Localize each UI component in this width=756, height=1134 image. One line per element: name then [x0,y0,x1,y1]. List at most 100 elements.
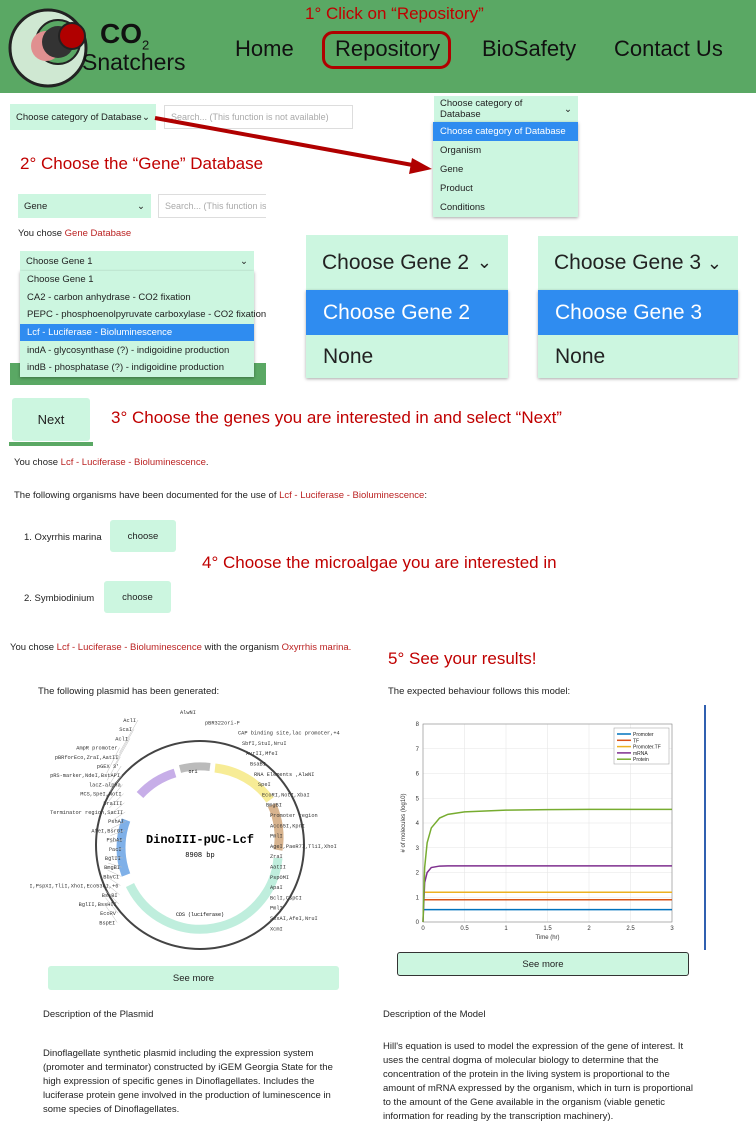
restriction-site-label: ZraI [270,854,283,860]
gene-option[interactable]: Choose Gene 1 [20,271,254,289]
plasmid-map: DinoIII-pUC-Lcf 8908 bp ori CDS (lucifer… [30,710,340,950]
model-chart: 0 0.5 1 1.5 2 2.5 3012345678Time (hr)# of mole… [381,705,706,950]
restriction-site-label: SbfI,StuI,NruI [242,741,287,747]
gene2-option-none[interactable]: None [306,335,508,378]
organism-item: 1. Oxyrrhis marina [24,532,102,543]
restriction-site-label: AclI [115,736,128,742]
annotation-step1: 1° Click on “Repository” [305,4,484,23]
plasmid-name: DinoIII-pUC-Lcf [146,833,254,847]
option-gene[interactable]: Gene [433,160,578,179]
search-input[interactable]: Search... (This function is n [158,194,266,218]
restriction-site-label: SpeI [258,782,271,788]
restriction-site-label: SexAI,AfeI,NruI [270,916,318,922]
annotation-step3: 3° Choose the genes you are interested i… [111,408,562,427]
next-button[interactable]: Next [12,398,90,441]
feature-cds [125,857,283,934]
option-choose-category[interactable]: Choose category of Database [433,122,578,141]
select-value: Choose Gene 1 [26,255,93,267]
restriction-site-label: pRS-marker,NdeI,BstAPI [50,773,120,779]
model-description-title: Description of the Model [383,1009,486,1020]
restriction-site-label: BsaBI [250,762,266,768]
restriction-site-label: EcoRI,NotI,XbaI [262,792,310,798]
restriction-site-label: PacI [109,847,122,853]
select-value: Choose Gene 2 [322,250,470,274]
restriction-site-label: PmlI [270,906,283,912]
model-intro: The expected behaviour follows this mode… [388,686,571,697]
feature-label: ori [188,769,197,775]
gene2-select[interactable]: Choose Gene 2 ⌄ [306,235,508,290]
database-options: Choose category of Database Organism Gen… [433,122,578,217]
select-value: Choose Gene 3 [554,251,702,274]
gene-option[interactable]: PEPC - phosphoenolpyruvate carboxylase -… [20,306,266,324]
chosen-database-text: You chose Gene Database [18,228,132,239]
chevron-down-icon: ⌄ [564,103,572,115]
plasmid-see-more-button[interactable]: See more [48,966,339,990]
select-value: Choose category of Database [440,98,523,120]
model-see-more-button[interactable]: See more [397,952,689,976]
gene1-options: Choose Gene 1 CA2 - carbon anhydrase - C… [20,271,266,377]
scrollbar[interactable] [704,705,706,950]
annotation-step5: 5° See your results! [388,649,537,668]
gene3-select[interactable]: Choose Gene 3 ⌄ [538,236,738,290]
gene3-option-none[interactable]: None [538,335,738,378]
restriction-site-label: Acc65I,KpnI [270,823,305,829]
option-conditions[interactable]: Conditions [433,198,578,217]
nav-repository[interactable]: Repository [335,36,440,62]
gene2-option[interactable]: Choose Gene 2 [306,290,508,335]
option-product[interactable]: Product [433,179,578,198]
nav-home[interactable]: Home [235,36,294,62]
restriction-site-label: Promoter region [270,813,318,819]
legend-label: TF [633,738,639,744]
x-tick-label: 0.5 [460,926,469,932]
restriction-site-label: AmpR promoter [76,746,117,752]
gene-database-select[interactable]: Gene ⌄ [18,194,151,218]
restriction-site-label: PshAI [108,819,124,825]
gene3-dropdown: Choose Gene 3 ⌄ Choose Gene 3 None [538,236,738,378]
restriction-site-label: BstBI [102,893,118,899]
restriction-site-label: EcoRV [100,911,117,917]
restriction-site-label: ScaI [119,727,132,733]
chevron-down-icon: ⌄ [240,255,248,267]
legend-label: Promoter.TF [633,745,661,751]
nav-biosafety[interactable]: BioSafety [482,36,576,62]
nav-contact-us[interactable]: Contact Us [614,36,723,62]
model-description: Hill's equation is used to model the exp… [383,1041,693,1122]
logo-snatchers: Snatchers [82,49,186,75]
choose-organism-button[interactable]: choose [110,520,176,552]
annotation-step2: 2° Choose the “Gene” Database [20,154,264,173]
plasmid-description: Dinoflagellate synthetic plasmid includi… [43,1048,333,1115]
restriction-site-label: pBR322ori-F [205,720,240,726]
database-select[interactable]: Choose category of Database ⌄ [10,104,156,130]
y-axis-label: # of molecules (log10) [401,793,407,852]
chosen-gene-text: You chose Lcf - Luciferase - Bioluminesc… [14,457,209,468]
x-tick-label: 1.5 [543,926,552,932]
gene-option[interactable]: indA - glycosynthase (?) - indigoidine p… [20,341,254,359]
plasmid-intro: The following plasmid has been generated… [38,686,220,697]
logo[interactable] [6,6,98,90]
restriction-site-label: DraIII [103,801,122,807]
gene3-option[interactable]: Choose Gene 3 [538,290,738,335]
restriction-site-label: AgeI,PaeR7I,TliI,XhoI [270,844,337,850]
restriction-site-label: AclI [123,718,136,724]
legend-label: Protein [633,757,649,763]
restriction-site-label: RNA Elements ,AlwNI [254,772,314,778]
plasmid-description-title: Description of the Plasmid [43,1009,154,1020]
restriction-site-label: AfeI,BsrGI [91,828,123,834]
restriction-site-label: PspOMI [270,875,289,881]
organisms-intro: The following organisms have been docume… [14,490,427,501]
option-organism[interactable]: Organism [433,141,578,160]
restriction-site-label: AvrII,MfeI [246,751,278,757]
label-leader [116,729,135,760]
gene2-dropdown: Choose Gene 2 ⌄ Choose Gene 2 None [306,235,508,378]
choose-organism-button[interactable]: choose [104,581,171,613]
gene-option[interactable]: CA2 - carbon anhydrase - CO2 fixation [20,289,254,307]
restriction-site-label: XcmI [270,926,283,932]
gene-option-selected[interactable]: Lcf - Luciferase - Bioluminescence [20,323,254,342]
database-select-open[interactable]: Choose category of Database ⌄ [434,96,578,122]
gene-option[interactable]: indB - phosphatase (?) - indigoidine pro… [20,359,254,377]
restriction-site-label: PaeR7I,PspXI,TliI,XhoI,Eco53kI,+6 [30,884,118,890]
gene1-select[interactable]: Choose Gene 1 ⌄ [20,251,254,271]
restriction-site-label: BclI,CspCI [270,895,302,901]
chevron-down-icon: ⌄ [142,111,150,123]
label-leader [113,738,131,767]
